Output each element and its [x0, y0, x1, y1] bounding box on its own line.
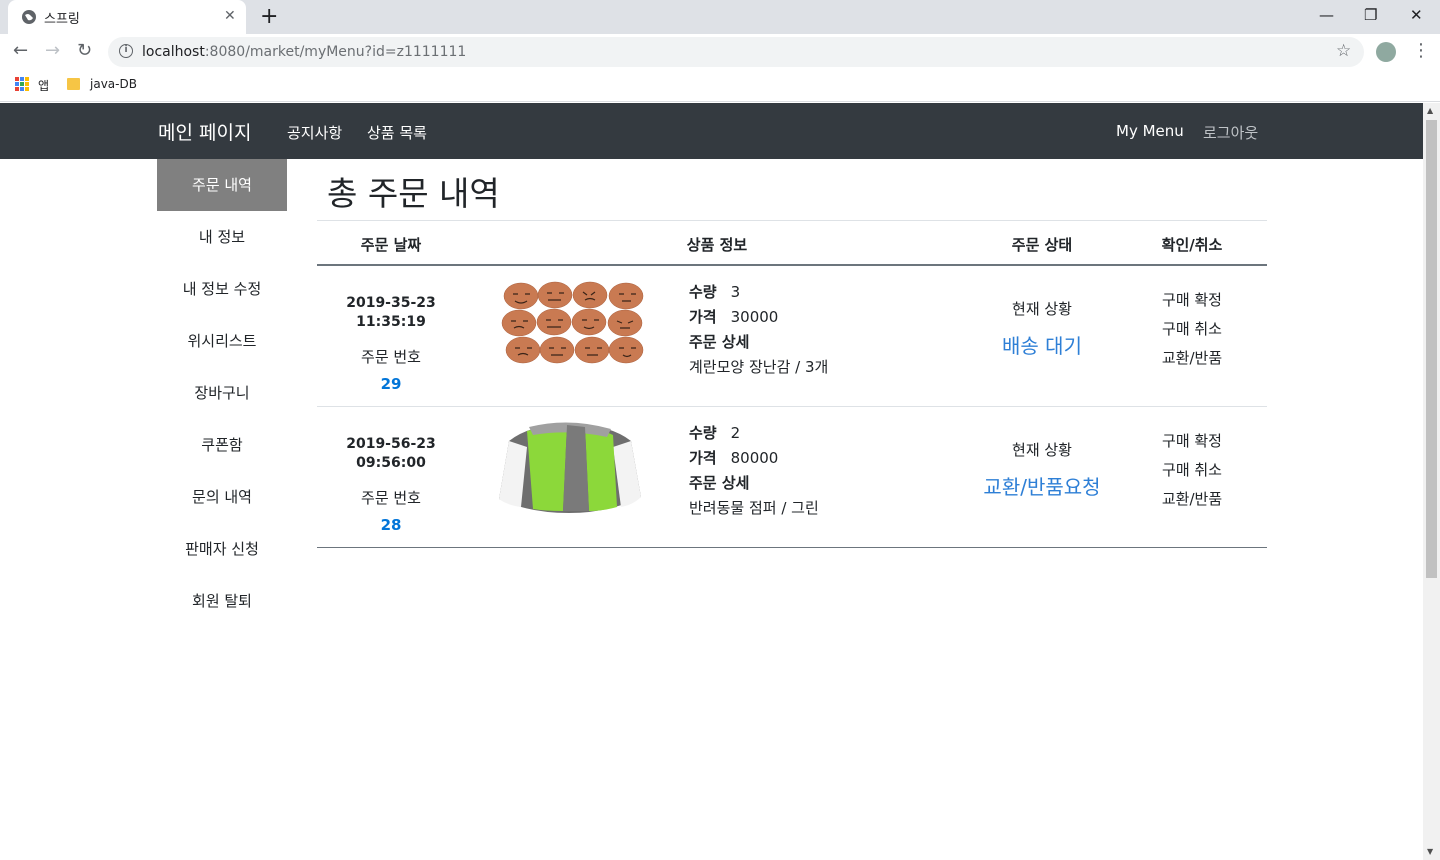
globe-icon — [22, 10, 36, 24]
profile-avatar[interactable] — [1376, 42, 1396, 62]
scroll-up-icon[interactable]: ▲ — [1427, 106, 1433, 115]
product-detail: 수량 2 가격 80000 주문 상세 반려동물 점퍼 / 그린 — [689, 421, 819, 521]
tab-title: 스프링 — [44, 12, 80, 27]
status-value: 교환/반품요청 — [983, 475, 1101, 499]
close-tab-icon[interactable]: ✕ — [224, 8, 236, 24]
sidebar-item-edit-info[interactable]: 내 정보 수정 — [157, 263, 287, 315]
browser-tab-bar: 스프링 ✕ + — ❐ ✕ — [0, 0, 1440, 34]
quantity-value: 2 — [730, 424, 741, 442]
table-header: 주문 날짜 상품 정보 주문 상태 확인/취소 — [317, 220, 1267, 266]
nav-notice-link[interactable]: 공지사항 — [287, 122, 342, 143]
new-tab-icon[interactable]: + — [260, 4, 278, 29]
bookmarks-bar: 앱 java-DB — [0, 70, 1440, 102]
brand-link[interactable]: 메인 페이지 — [158, 118, 251, 145]
my-menu-link[interactable]: My Menu — [1116, 122, 1184, 140]
cancel-purchase-button[interactable]: 구매 취소 — [1137, 315, 1247, 344]
status-label: 현재 상황 — [1012, 300, 1072, 318]
sidebar-item-my-info[interactable]: 내 정보 — [157, 211, 287, 263]
page-viewport: 메인 페이지 공지사항 상품 목록 My Menu 로그아웃 주문 내역 내 정… — [0, 103, 1423, 860]
col-order-status: 주문 상태 — [1011, 236, 1073, 254]
sidebar-item-inquiries[interactable]: 문의 내역 — [157, 471, 287, 523]
browser-toolbar: ← → ↻ i localhost:8080/market/myMenu?id=… — [0, 34, 1440, 70]
exchange-return-button[interactable]: 교환/반품 — [1137, 344, 1247, 373]
address-bar[interactable]: i localhost:8080/market/myMenu?id=z11111… — [108, 37, 1364, 67]
price-value: 80000 — [730, 449, 779, 467]
product-image-jacket[interactable] — [489, 421, 651, 513]
cancel-purchase-button[interactable]: 구매 취소 — [1137, 456, 1247, 485]
order-date: 2019-35-23 11:35:19 — [346, 295, 436, 330]
order-detail-text: 반려동물 점퍼 / 그린 — [689, 499, 819, 517]
order-no-label: 주문 번호 — [361, 348, 421, 366]
info-icon[interactable]: i — [119, 44, 133, 58]
exchange-return-button[interactable]: 교환/반품 — [1137, 485, 1247, 514]
back-icon[interactable]: ← — [13, 40, 28, 61]
url-text: localhost:8080/market/myMenu?id=z1111111 — [142, 44, 467, 60]
nav-products-link[interactable]: 상품 목록 — [367, 122, 427, 143]
reload-icon[interactable]: ↻ — [77, 40, 92, 61]
product-image-eggs[interactable] — [489, 280, 651, 372]
restore-icon[interactable]: ❐ — [1364, 6, 1377, 24]
forward-icon[interactable]: → — [45, 40, 60, 61]
product-detail: 수량 3 가격 30000 주문 상세 계란모양 장난감 / 3개 — [689, 280, 828, 380]
order-no-label: 주문 번호 — [361, 489, 421, 507]
sidebar-item-withdraw[interactable]: 회원 탈퇴 — [157, 575, 287, 627]
order-no-link[interactable]: 28 — [317, 516, 465, 534]
bookmark-star-icon[interactable]: ☆ — [1336, 41, 1351, 61]
confirm-purchase-button[interactable]: 구매 확정 — [1137, 286, 1247, 315]
order-actions: 구매 확정 구매 취소 교환/반품 — [1137, 427, 1247, 514]
order-actions: 구매 확정 구매 취소 교환/반품 — [1137, 286, 1247, 373]
table-row: 2019-56-23 09:56:00 주문 번호 28 수량 2 가격 80000 — [317, 407, 1267, 548]
status-label: 현재 상황 — [1012, 441, 1072, 459]
order-date: 2019-56-23 09:56:00 — [346, 436, 436, 471]
sidebar-item-seller-apply[interactable]: 판매자 신청 — [157, 523, 287, 575]
top-navbar: 메인 페이지 공지사항 상품 목록 My Menu 로그아웃 — [0, 103, 1423, 159]
sidebar-item-wishlist[interactable]: 위시리스트 — [157, 315, 287, 367]
scrollbar-thumb[interactable] — [1426, 120, 1437, 578]
side-menu: 주문 내역 내 정보 내 정보 수정 위시리스트 장바구니 쿠폰함 문의 내역 … — [157, 159, 287, 627]
browser-tab[interactable]: 스프링 ✕ — [8, 0, 246, 34]
order-detail-text: 계란모양 장난감 / 3개 — [689, 358, 829, 376]
minimize-icon[interactable]: — — [1319, 6, 1334, 24]
bookmark-apps[interactable]: 앱 — [38, 77, 49, 94]
order-no-link[interactable]: 29 — [317, 375, 465, 393]
table-row: 2019-35-23 11:35:19 주문 번호 29 수량 3 가격 300… — [317, 266, 1267, 407]
bookmark-java-db[interactable]: java-DB — [90, 77, 137, 91]
col-product-info: 상품 정보 — [686, 236, 748, 254]
window-close-icon[interactable]: ✕ — [1410, 6, 1423, 24]
page-title: 총 주문 내역 — [327, 174, 500, 213]
menu-kebab-icon[interactable]: ⋮ — [1412, 40, 1430, 61]
quantity-value: 3 — [730, 283, 741, 301]
sidebar-item-coupons[interactable]: 쿠폰함 — [157, 419, 287, 471]
orders-table: 주문 날짜 상품 정보 주문 상태 확인/취소 2019-35-23 11:35… — [317, 220, 1267, 548]
page-scrollbar[interactable]: ▲ ▼ — [1423, 103, 1440, 860]
col-confirm-cancel: 확인/취소 — [1161, 236, 1223, 254]
status-value: 배송 대기 — [1002, 334, 1082, 358]
sidebar-item-cart[interactable]: 장바구니 — [157, 367, 287, 419]
logout-link[interactable]: 로그아웃 — [1203, 122, 1258, 143]
folder-icon — [67, 78, 80, 90]
col-order-date: 주문 날짜 — [360, 236, 422, 254]
confirm-purchase-button[interactable]: 구매 확정 — [1137, 427, 1247, 456]
scroll-down-icon[interactable]: ▼ — [1427, 847, 1433, 856]
price-value: 30000 — [730, 308, 779, 326]
apps-grid-icon[interactable] — [15, 77, 29, 91]
sidebar-item-orders[interactable]: 주문 내역 — [157, 159, 287, 211]
